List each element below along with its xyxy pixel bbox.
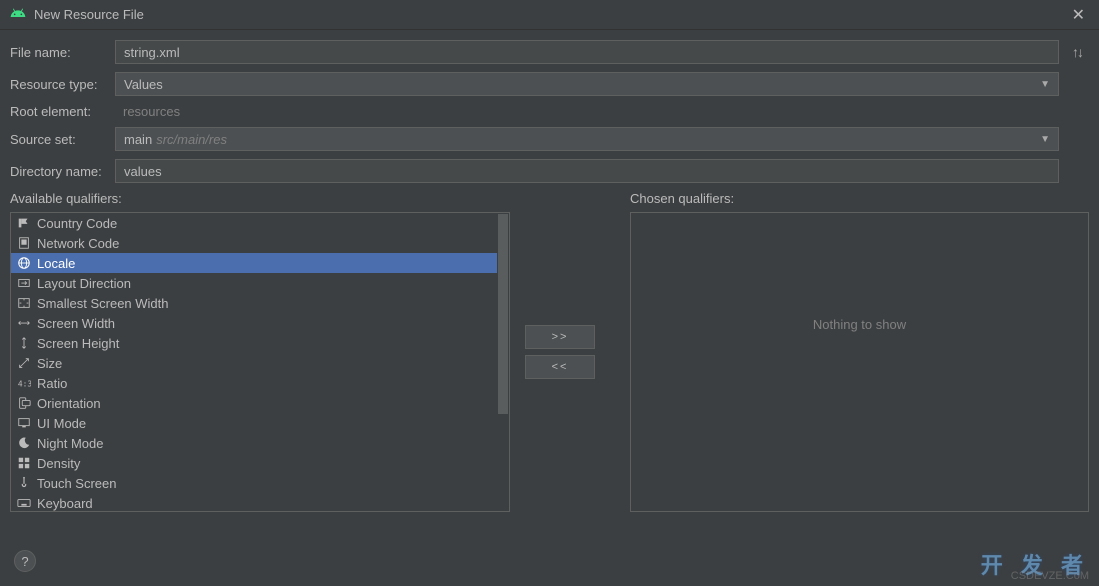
height-icon <box>17 336 31 350</box>
watermark-text: 开 发 者 <box>981 548 1089 580</box>
window-title: New Resource File <box>34 7 144 22</box>
qualifier-item-orientation[interactable]: Orientation <box>11 393 509 413</box>
qualifier-item-label: Locale <box>37 256 75 271</box>
qualifier-item-label: Network Code <box>37 236 119 251</box>
scrollbar-track[interactable] <box>497 213 509 511</box>
qualifier-item-label: UI Mode <box>37 416 86 431</box>
sourceset-value: main <box>124 132 152 147</box>
watermark-sub-text: CSDEVZE.CoM <box>1011 570 1089 582</box>
chosen-qualifiers-label: Chosen qualifiers: <box>630 191 1089 206</box>
qualifier-item-uimode[interactable]: UI Mode <box>11 413 509 433</box>
smallest-icon <box>17 296 31 310</box>
qualifier-item-label: Keyboard <box>37 496 93 511</box>
qualifier-item-size[interactable]: Size <box>11 353 509 373</box>
qualifier-item-smallest[interactable]: Smallest Screen Width <box>11 293 509 313</box>
qualifier-item-night[interactable]: Night Mode <box>11 433 509 453</box>
sourceset-select[interactable]: main src/main/res ▼ <box>115 127 1059 151</box>
orientation-icon <box>17 396 31 410</box>
available-qualifiers-label: Available qualifiers: <box>10 191 510 206</box>
close-icon[interactable]: ✕ <box>1068 5 1089 25</box>
rootelem-label: Root element: <box>10 104 115 119</box>
chosen-qualifiers-list[interactable]: Nothing to show <box>630 212 1089 512</box>
restype-label: Resource type: <box>10 77 115 92</box>
qualifier-item-label: Size <box>37 356 62 371</box>
nothing-to-show-text: Nothing to show <box>631 317 1088 332</box>
qualifier-item-label: Screen Width <box>37 316 115 331</box>
qualifier-item-density[interactable]: Density <box>11 453 509 473</box>
title-bar: New Resource File ✕ <box>0 0 1099 30</box>
available-qualifiers-list[interactable]: Country Code Network Code Locale Layout Dir… <box>10 212 510 512</box>
keyboard-icon <box>17 496 31 510</box>
qualifier-item-label: Orientation <box>37 396 101 411</box>
qualifier-item-label: Night Mode <box>37 436 103 451</box>
qualifier-item-keyboard[interactable]: Keyboard <box>11 493 509 512</box>
restype-value: Values <box>124 77 163 92</box>
globe-icon <box>17 256 31 270</box>
qualifier-item-label: Smallest Screen Width <box>37 296 169 311</box>
qualifier-item-width[interactable]: Screen Width <box>11 313 509 333</box>
width-icon <box>17 316 31 330</box>
restype-select[interactable]: Values ▼ <box>115 72 1059 96</box>
scrollbar-thumb[interactable] <box>498 214 508 414</box>
layoutdir-icon <box>17 276 31 290</box>
form-area: File name: ↑↓ Resource type: Values ▼ Ro… <box>0 30 1099 183</box>
density-icon <box>17 456 31 470</box>
dirname-input[interactable] <box>115 159 1059 183</box>
qualifier-item-label: Touch Screen <box>37 476 117 491</box>
qualifier-item-globe[interactable]: Locale <box>11 253 509 273</box>
qualifier-item-network[interactable]: Network Code <box>11 233 509 253</box>
night-icon <box>17 436 31 450</box>
ratio-icon: 4:3 <box>17 376 31 390</box>
add-qualifier-button[interactable]: >> <box>525 325 595 349</box>
sourceset-path: src/main/res <box>156 132 227 147</box>
help-button[interactable]: ? <box>14 550 36 572</box>
qualifier-item-label: Ratio <box>37 376 67 391</box>
dirname-label: Directory name: <box>10 164 115 179</box>
sort-toggle-icon[interactable]: ↑↓ <box>1065 44 1089 60</box>
filename-label: File name: <box>10 45 115 60</box>
qualifier-item-label: Layout Direction <box>37 276 131 291</box>
qualifier-item-layoutdir[interactable]: Layout Direction <box>11 273 509 293</box>
android-icon <box>10 5 26 24</box>
qualifier-item-ratio[interactable]: 4:3 Ratio <box>11 373 509 393</box>
uimode-icon <box>17 416 31 430</box>
qualifier-item-label: Screen Height <box>37 336 119 351</box>
qualifier-item-height[interactable]: Screen Height <box>11 333 509 353</box>
filename-input[interactable] <box>115 40 1059 64</box>
chevron-down-icon: ▼ <box>1040 134 1050 145</box>
size-icon <box>17 356 31 370</box>
qualifier-item-touch[interactable]: Touch Screen <box>11 473 509 493</box>
qualifier-item-label: Country Code <box>37 216 117 231</box>
network-icon <box>17 236 31 250</box>
rootelem-value: resources <box>115 104 1059 119</box>
svg-text:4:3: 4:3 <box>18 380 31 389</box>
sourceset-label: Source set: <box>10 132 115 147</box>
qualifier-item-country[interactable]: Country Code <box>11 213 509 233</box>
touch-icon <box>17 476 31 490</box>
chevron-down-icon: ▼ <box>1040 79 1050 90</box>
remove-qualifier-button[interactable]: << <box>525 355 595 379</box>
country-icon <box>17 216 31 230</box>
qualifier-item-label: Density <box>37 456 80 471</box>
